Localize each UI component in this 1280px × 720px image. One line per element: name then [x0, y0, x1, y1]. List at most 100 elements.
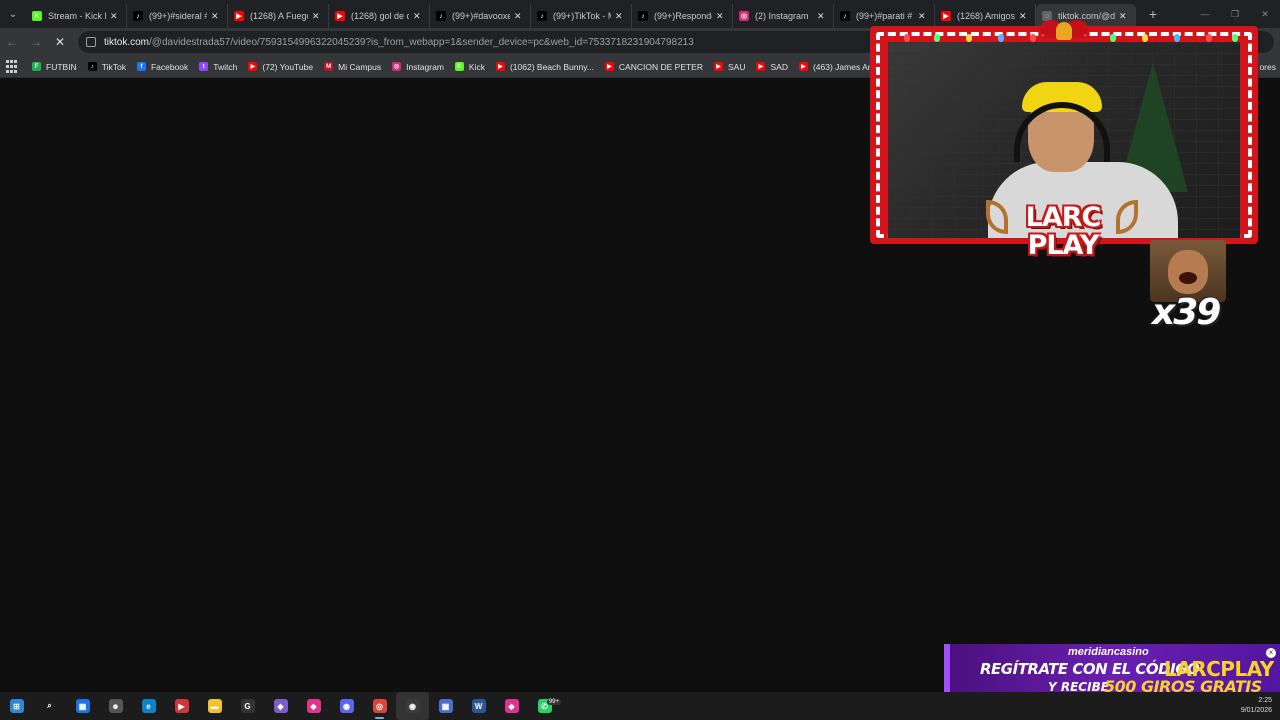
- bookmark-item[interactable]: ◎ Instagram: [392, 62, 444, 72]
- youtube-icon: ▶: [714, 62, 723, 71]
- stop-loading-button[interactable]: ✕: [48, 30, 72, 54]
- close-tab-icon[interactable]: ✕: [716, 11, 726, 22]
- youtube-icon: ▶: [798, 62, 808, 71]
- site-info-icon[interactable]: [86, 37, 96, 47]
- restore-icon[interactable]: ❐: [1220, 0, 1250, 28]
- close-tab-icon[interactable]: ✕: [211, 11, 221, 22]
- back-button[interactable]: ←: [0, 30, 24, 54]
- youtube-icon: ▶: [248, 62, 258, 71]
- youtube-icon: ▶: [335, 11, 345, 21]
- minimize-icon[interactable]: —: [1190, 0, 1220, 28]
- game-app-icon[interactable]: ◆: [264, 692, 297, 720]
- close-tab-icon[interactable]: ✕: [1019, 11, 1029, 22]
- taskbar: ⊞ ⌕ ▦ ☻ e ▶ ▬ G ◆ ◆ ◉ ◎ ◉ ▦ W ◆ ✆ 99+ 2:25 9/01/2026: [0, 692, 1280, 720]
- bookmark-item[interactable]: F FUTBIN: [32, 62, 77, 72]
- media-app-icon[interactable]: ▶: [165, 692, 198, 720]
- tiktok-icon: ♪: [537, 11, 547, 21]
- epic-games-icon[interactable]: G: [231, 692, 264, 720]
- close-window-icon[interactable]: ✕: [1250, 0, 1280, 28]
- taskbar-apps: ⊞ ⌕ ▦ ☻ e ▶ ▬ G ◆ ◆ ◉ ◎ ◉ ▦ W ◆ ✆ 99+: [0, 692, 561, 720]
- address-path: /@davidestrada57/video/75931549963220452…: [149, 36, 694, 48]
- cat-app-icon[interactable]: ☻: [99, 692, 132, 720]
- app-pink2-icon[interactable]: ◆: [495, 692, 528, 720]
- bookmark-label: Kick: [468, 61, 485, 72]
- bookmark-label: SAD: [770, 61, 788, 72]
- tab-title: (99+)Responde: [654, 11, 712, 21]
- youtube-icon: ▶: [756, 62, 766, 71]
- close-tab-icon[interactable]: ✕: [514, 11, 524, 22]
- bookmark-item[interactable]: f Facebook: [136, 62, 188, 72]
- bookmarks-list: F FUTBIN ♪ TikTok f Facebook t Twitch ▶ (72) YouT…: [32, 62, 909, 72]
- other-bookmarks[interactable]: ores: [1259, 56, 1280, 78]
- browser-tab[interactable]: ▶ (1268) A Fuego ✕: [228, 4, 329, 28]
- obs-icon[interactable]: ◉: [396, 692, 429, 720]
- browser-tab[interactable]: ♪ (99+)#sideral # ✕: [127, 4, 228, 28]
- browser-tab[interactable]: ♪ (99+)TikTok - M ✕: [531, 4, 632, 28]
- apps-grid-icon[interactable]: [6, 59, 20, 74]
- kick-icon: K: [32, 11, 42, 21]
- tab-title: (99+)#davooxe: [452, 11, 510, 21]
- bookmark-item[interactable]: ▶ (72) YouTube: [248, 62, 313, 72]
- start-button[interactable]: ⊞: [0, 692, 33, 720]
- youtube-icon: ▶: [495, 62, 505, 71]
- file-explorer-icon[interactable]: ▬: [198, 692, 231, 720]
- bookmark-label: (1062) Beach Bunny...: [509, 61, 594, 72]
- browser-tab[interactable]: ♪ (99+)#parati # ✕: [834, 4, 935, 28]
- youtube-icon: ▶: [604, 62, 614, 71]
- address-host: tiktok.com: [104, 36, 150, 48]
- logo-line-2: PLAY: [1027, 230, 1100, 261]
- tab-title: (1268) gol de c: [351, 11, 409, 21]
- close-tab-icon[interactable]: ✕: [110, 11, 120, 22]
- youtube-icon: ▶: [234, 11, 244, 21]
- bookmark-label: FUTBIN: [46, 61, 77, 72]
- browser-tab[interactable]: ♪ (99+)Responde ✕: [632, 4, 733, 28]
- whatsapp-icon[interactable]: ✆ 99+: [528, 692, 561, 720]
- window-controls: — ❐ ✕: [1190, 0, 1280, 28]
- instagram-icon: ◎: [392, 62, 402, 71]
- browser-tab[interactable]: ♪ (99+)#davooxe ✕: [430, 4, 531, 28]
- bookmark-item[interactable]: ▶ (1062) Beach Bunny...: [495, 61, 594, 72]
- discord-app-icon[interactable]: ◉: [330, 692, 363, 720]
- word-icon[interactable]: W: [462, 692, 495, 720]
- calculator-icon[interactable]: ▦: [429, 692, 462, 720]
- browser-tab[interactable]: ◎ (2) Instagram ✕: [733, 4, 834, 28]
- facebook-icon: f: [136, 62, 146, 71]
- new-tab-button[interactable]: +: [1142, 3, 1164, 25]
- bookmark-item[interactable]: ▶ SAD: [756, 61, 788, 72]
- tab-title: (2) Instagram: [755, 11, 809, 21]
- tab-strip: ⌄ K Stream - Kick L ✕ ♪ (99+)#sideral # ✕ ▶ (12…: [0, 0, 1280, 28]
- bookmark-label: Mi Campus: [338, 61, 382, 72]
- close-tab-icon[interactable]: ✕: [312, 11, 322, 22]
- close-tab-icon[interactable]: ✕: [1119, 11, 1129, 22]
- search-icon[interactable]: ⌕: [33, 692, 66, 720]
- bookmark-item[interactable]: ▶ SAU: [714, 62, 745, 72]
- close-tab-icon[interactable]: ✕: [413, 11, 423, 22]
- futbin-icon: F: [32, 62, 41, 71]
- app-pink-icon[interactable]: ◆: [297, 692, 330, 720]
- browser-tab[interactable]: ▶ (1268) gol de c ✕: [329, 4, 430, 28]
- tab-title: (99+)#sideral #: [149, 11, 207, 21]
- chrome-icon[interactable]: ◎: [363, 692, 396, 720]
- bookmark-item[interactable]: t Twitch: [199, 62, 237, 72]
- twitch-icon: t: [199, 62, 209, 71]
- clock-date: 9/01/2026: [1240, 707, 1272, 714]
- system-clock[interactable]: 2:25 9/01/2026: [1241, 696, 1272, 716]
- banner-close-icon[interactable]: ×: [1266, 648, 1276, 658]
- forward-button[interactable]: →: [24, 30, 48, 54]
- store-icon[interactable]: ▦: [66, 692, 99, 720]
- bookmark-label: (72) YouTube: [262, 61, 314, 72]
- browser-tab[interactable]: ▶ (1268) Amigos ✕: [935, 4, 1036, 28]
- tab-search-icon[interactable]: ⌄: [0, 0, 26, 28]
- bookmark-item[interactable]: M Mi Campus: [324, 62, 381, 72]
- close-tab-icon[interactable]: ✕: [918, 11, 928, 22]
- tab-title: (1268) A Fuego: [250, 11, 308, 21]
- tiktok-icon: ♪: [840, 11, 850, 21]
- browser-tab[interactable]: K Stream - Kick L ✕: [26, 4, 127, 28]
- bookmark-label: SAU: [728, 61, 746, 72]
- close-tab-icon[interactable]: ✕: [615, 11, 625, 22]
- bookmark-item[interactable]: ▶ CANCION DE PETER: [604, 62, 703, 72]
- bookmark-item[interactable]: K Kick: [454, 61, 485, 72]
- edge-icon[interactable]: e: [132, 692, 165, 720]
- bookmark-item[interactable]: ♪ TikTok: [87, 62, 126, 72]
- close-tab-icon[interactable]: ✕: [817, 11, 827, 22]
